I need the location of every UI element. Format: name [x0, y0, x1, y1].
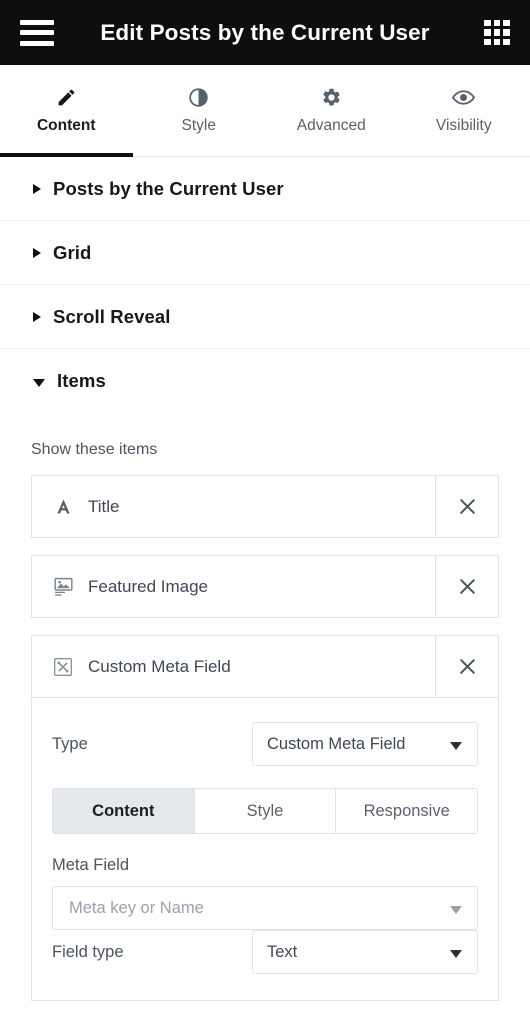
- apps-dot: [493, 38, 501, 46]
- image-icon: [52, 576, 74, 598]
- type-label: Type: [52, 734, 88, 753]
- chevron-down-icon: [450, 906, 462, 914]
- hamburger-bar: [20, 40, 54, 46]
- section-title: Items: [57, 370, 106, 391]
- close-x-icon: [459, 579, 475, 594]
- tab-label: Visibility: [435, 117, 492, 134]
- settings-tab-group: Content Style Responsive: [52, 788, 478, 834]
- tab-visibility[interactable]: Visibility: [398, 65, 530, 156]
- apps-dot: [484, 19, 491, 27]
- type-row: Type Custom Meta Field: [52, 722, 478, 766]
- meta-field-select-value: Meta key or Name: [69, 898, 204, 917]
- hamburger-bar: [20, 19, 54, 25]
- section-posts-by-the-current-user[interactable]: Posts by the Current User: [0, 157, 530, 221]
- pencil-icon: [56, 86, 77, 108]
- eye-icon: [452, 86, 476, 108]
- item-label: Featured Image: [88, 576, 209, 596]
- settings-tab-style[interactable]: Style: [193, 789, 336, 833]
- apps-dot: [493, 19, 501, 27]
- settings-tab-responsive[interactable]: Responsive: [335, 789, 477, 833]
- chevron-right-icon: [33, 183, 41, 194]
- tab-label: Content: [36, 117, 96, 134]
- item-featured-image[interactable]: Featured Image: [32, 556, 435, 617]
- item-settings-card: Type Custom Meta Field Content Style Res…: [31, 698, 499, 1001]
- remove-item-button[interactable]: [435, 476, 498, 537]
- top-bar: Edit Posts by the Current User: [0, 0, 530, 65]
- gear-icon: [321, 86, 342, 108]
- meta-field-icon: [52, 656, 74, 678]
- section-scroll-reveal[interactable]: Scroll Reveal: [0, 285, 530, 349]
- tab-content[interactable]: Content: [0, 65, 133, 157]
- section-title: Grid: [53, 241, 92, 263]
- tab-advanced[interactable]: Advanced: [265, 65, 398, 156]
- remove-item-button[interactable]: [435, 556, 498, 617]
- meta-field-label: Meta Field: [52, 856, 130, 874]
- section-title: Posts by the Current User: [53, 177, 284, 199]
- apps-dot: [493, 29, 501, 36]
- show-these-items-label: Show these items: [31, 441, 158, 458]
- apps-dot: [484, 29, 491, 36]
- items-panel: Show these items Title Featured Image Cu…: [0, 441, 530, 1001]
- close-x-icon: [459, 499, 475, 514]
- remove-item-button[interactable]: [435, 636, 498, 697]
- type-select-value: Custom Meta Field: [267, 734, 406, 753]
- editor-panel: Edit Posts by the Current User Content S…: [0, 0, 530, 1024]
- list-item: Title: [31, 475, 499, 538]
- settings-tab-content[interactable]: Content: [53, 789, 194, 833]
- field-type-row: Field type Text: [52, 930, 478, 974]
- chevron-down-icon: [450, 742, 462, 750]
- item-label: Title: [88, 496, 120, 516]
- list-item: Custom Meta Field: [31, 635, 499, 698]
- page-title: Edit Posts by the Current User: [100, 19, 430, 45]
- list-item: Featured Image: [31, 555, 499, 618]
- tab-label: Advanced: [296, 117, 366, 134]
- apps-dot: [484, 38, 491, 46]
- type-select[interactable]: Custom Meta Field: [252, 722, 478, 766]
- chevron-right-icon: [33, 311, 41, 322]
- field-type-label: Field type: [52, 942, 124, 961]
- item-custom-meta-field[interactable]: Custom Meta Field: [32, 636, 435, 697]
- field-type-select-value: Text: [267, 942, 298, 961]
- tab-label: Style: [181, 117, 216, 134]
- tab-bar: Content Style Advanced Visibility: [0, 65, 530, 157]
- section-grid[interactable]: Grid: [0, 221, 530, 285]
- apps-dot: [503, 29, 510, 36]
- apps-dot: [503, 38, 510, 46]
- meta-field-select[interactable]: Meta key or Name: [52, 886, 478, 930]
- letter-a-icon: [52, 496, 74, 518]
- hamburger-menu-icon[interactable]: [20, 19, 54, 46]
- apps-dot: [503, 19, 510, 27]
- section-items[interactable]: Items: [0, 349, 530, 413]
- chevron-down-icon: [33, 379, 45, 387]
- apps-grid-icon[interactable]: [484, 19, 510, 46]
- item-label: Custom Meta Field: [88, 656, 231, 676]
- item-title[interactable]: Title: [32, 476, 435, 537]
- contrast-icon: [188, 86, 209, 108]
- hamburger-bar: [20, 30, 54, 35]
- section-title: Scroll Reveal: [53, 305, 171, 327]
- chevron-right-icon: [33, 247, 41, 258]
- field-type-select[interactable]: Text: [252, 930, 478, 974]
- chevron-down-icon: [450, 950, 462, 958]
- close-x-icon: [459, 659, 475, 674]
- tab-style[interactable]: Style: [133, 65, 266, 156]
